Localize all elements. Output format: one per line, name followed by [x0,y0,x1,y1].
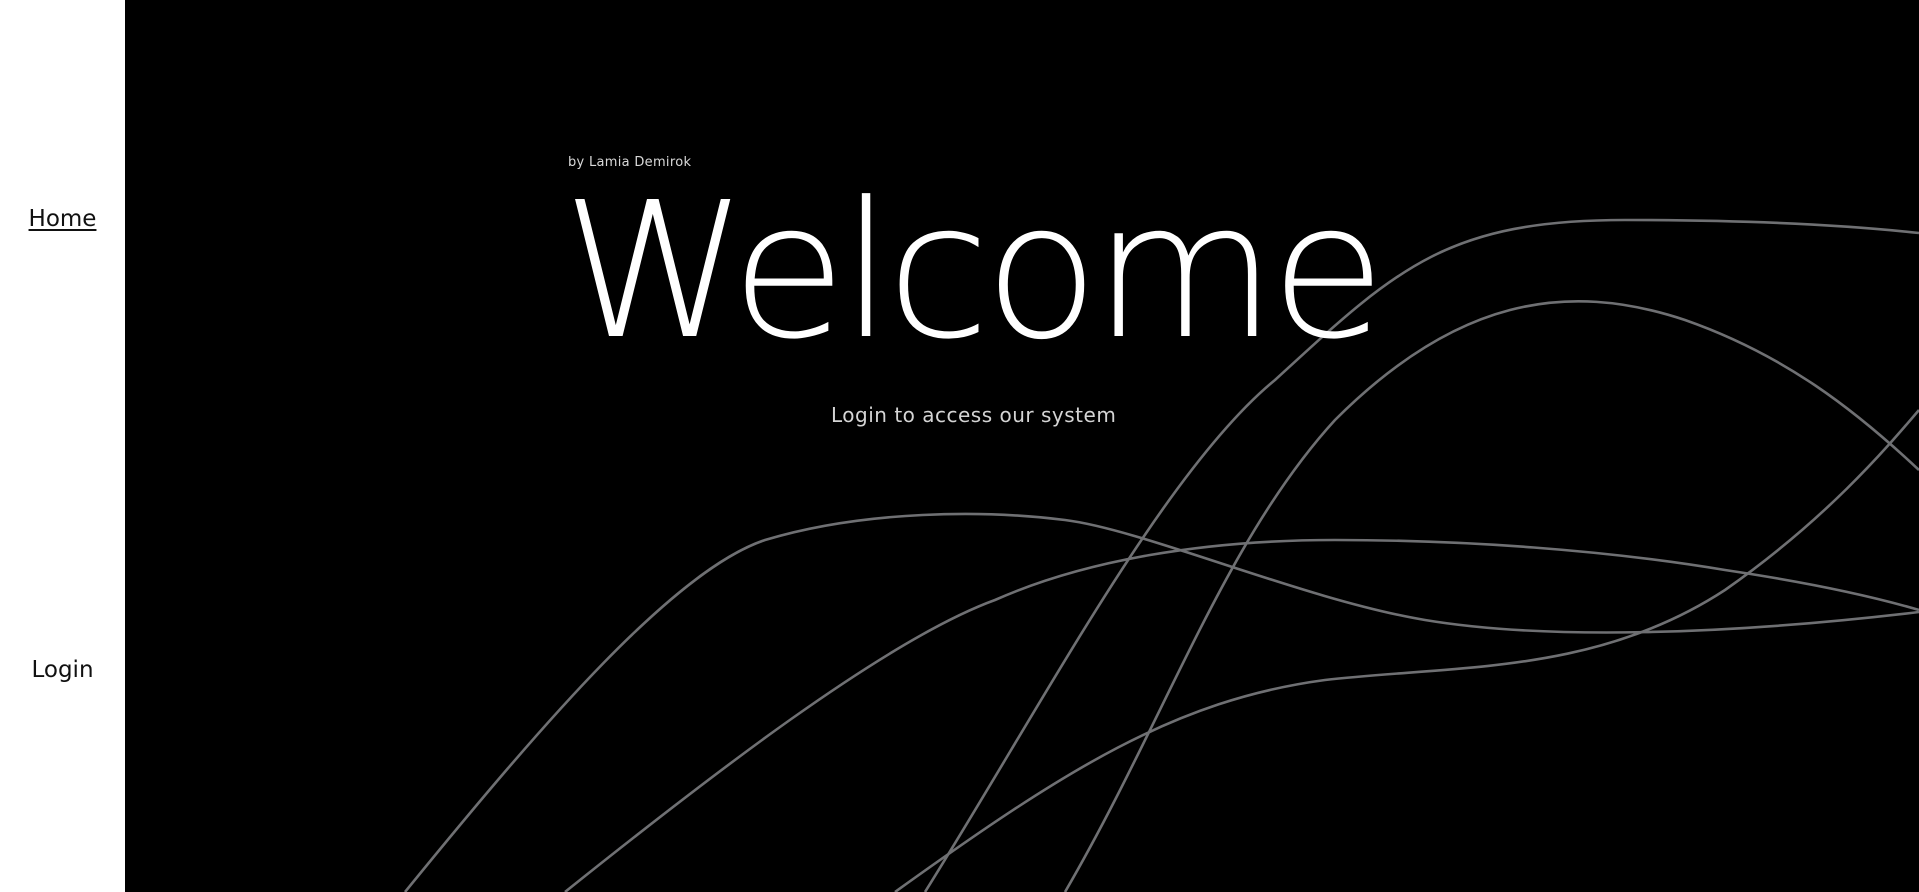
hero-section: by Lamia Demirok Welcome Login to access… [125,0,1919,892]
nav-home-link[interactable]: Home [0,206,125,232]
background-wave-lines [403,218,1919,892]
wave-line [1063,300,1919,892]
page-subtitle: Login to access our system [831,403,1117,427]
page-title: Welcome [562,162,1386,381]
wave-line [564,538,1919,892]
sidebar-nav: Home Login [0,0,125,892]
wave-line [894,409,1919,892]
nav-login-link[interactable]: Login [0,657,125,683]
